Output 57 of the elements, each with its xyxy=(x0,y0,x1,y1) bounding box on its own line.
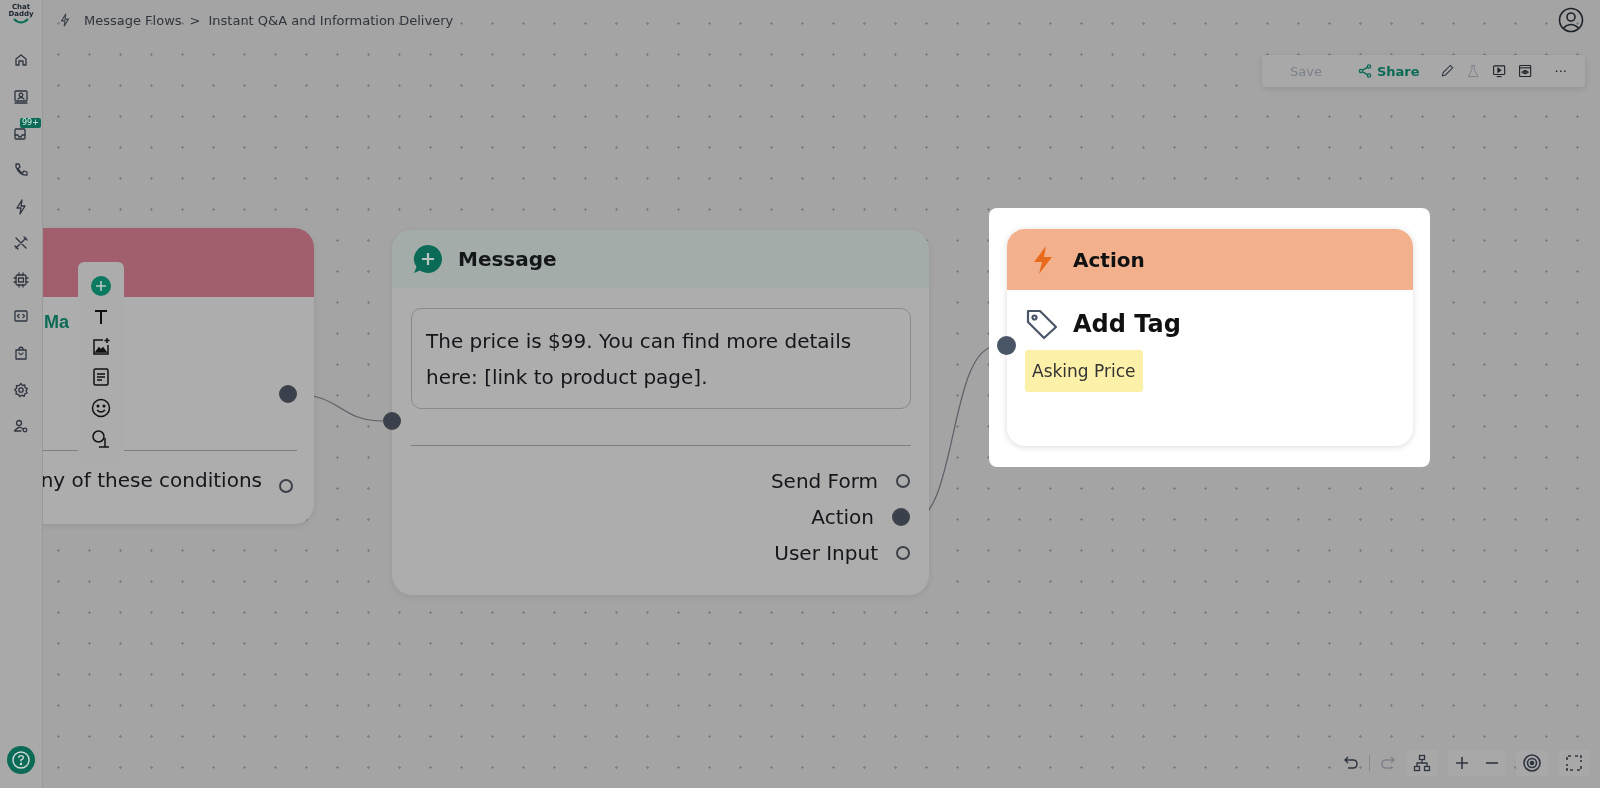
action-node[interactable]: Action Add Tag Asking Price xyxy=(1007,229,1413,446)
bolt-icon xyxy=(58,13,72,27)
port-label: User Input xyxy=(774,541,878,565)
port-dot[interactable] xyxy=(279,479,293,493)
port-dot[interactable] xyxy=(279,385,297,403)
port-dot[interactable] xyxy=(892,508,910,526)
selection-icon xyxy=(1565,754,1583,772)
condition-label: ny of these conditions xyxy=(40,468,262,492)
layout-button[interactable] xyxy=(1406,750,1438,776)
bolt-icon xyxy=(1031,244,1055,275)
code-icon[interactable] xyxy=(13,308,29,325)
breadcrumb-link[interactable]: Message Flows xyxy=(84,12,182,28)
add-icon[interactable] xyxy=(90,275,112,298)
phone-icon[interactable] xyxy=(13,162,29,179)
help-button[interactable] xyxy=(7,746,35,774)
emoji-icon[interactable] xyxy=(91,397,111,418)
user-settings-icon[interactable] xyxy=(13,418,29,435)
avatar-icon[interactable] xyxy=(1558,7,1584,33)
selection-button[interactable] xyxy=(1558,750,1590,776)
target-icon xyxy=(1522,753,1542,773)
node-title: Ma xyxy=(44,312,69,333)
count-badge: 99+ xyxy=(20,118,41,129)
breadcrumb-separator: > xyxy=(189,12,201,28)
tag-chip: Asking Price xyxy=(1025,350,1143,392)
settings-icon[interactable] xyxy=(13,381,29,398)
tag-icon xyxy=(1025,308,1059,340)
tree-icon xyxy=(1413,754,1431,772)
smile-icon xyxy=(12,18,30,24)
bag-icon[interactable] xyxy=(13,345,29,362)
breadcrumb-current: Instant Q&A and Information Delivery xyxy=(208,12,454,28)
port-dot[interactable] xyxy=(383,412,401,430)
document-icon[interactable] xyxy=(92,367,110,388)
play-screen-icon[interactable] xyxy=(1492,62,1507,80)
undo-icon[interactable] xyxy=(1343,755,1359,771)
inbox-icon[interactable] xyxy=(13,125,29,142)
port-dot[interactable] xyxy=(896,474,910,488)
zoom-in-icon[interactable] xyxy=(1454,755,1470,771)
node-title: Action xyxy=(1073,247,1145,272)
contacts-icon[interactable] xyxy=(13,88,29,105)
action-name: Add Tag xyxy=(1073,310,1181,338)
chat-add-icon xyxy=(412,243,444,275)
more-button[interactable]: ··· xyxy=(1550,61,1571,81)
preview-icon[interactable] xyxy=(1518,62,1533,80)
message-node[interactable]: Message The price is $99. You can find more details here: [link to product page]. Send Form Action User Input xyxy=(392,230,929,595)
port-dot[interactable] xyxy=(896,546,910,560)
fit-view-button[interactable] xyxy=(1516,750,1548,776)
shapes-icon[interactable] xyxy=(91,428,111,449)
node-title: Message xyxy=(458,247,557,271)
share-icon xyxy=(1357,64,1372,78)
port-label: Action xyxy=(811,505,874,529)
chip-icon[interactable] xyxy=(13,271,29,288)
image-add-icon[interactable] xyxy=(91,336,111,357)
tools-icon[interactable] xyxy=(13,235,29,252)
message-text-field[interactable]: The price is $99. You can find more details here: [link to product page]. xyxy=(411,308,911,409)
home-icon[interactable] xyxy=(13,52,29,69)
text-icon[interactable] xyxy=(93,308,109,326)
port-label: Send Form xyxy=(770,469,878,493)
